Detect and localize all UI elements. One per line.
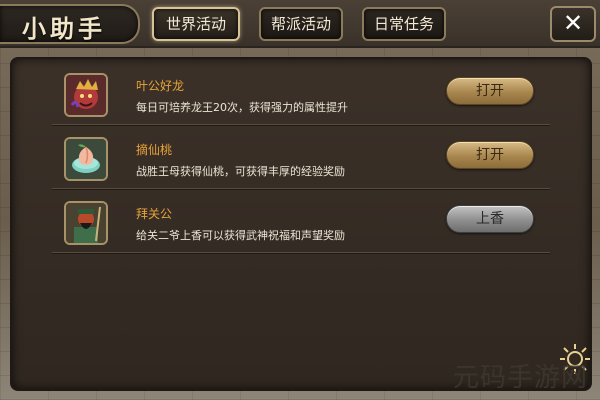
activity-row: 叶公好龙 每日可培养龙王20次，获得强力的属性提升 打开 xyxy=(52,65,550,126)
activity-description: 战胜王母获得仙桃，可获得丰厚的经验奖励 xyxy=(136,165,345,178)
activity-description: 每日可培养龙王20次，获得强力的属性提升 xyxy=(136,101,348,114)
title-plate: 小助手 xyxy=(0,4,140,44)
dragon-king-icon xyxy=(64,73,108,117)
open-button[interactable]: 打开 xyxy=(446,141,534,169)
row-divider xyxy=(52,188,550,190)
burn-incense-button[interactable]: 上香 xyxy=(446,205,534,233)
activity-name: 叶公好龙 xyxy=(136,79,185,93)
window-title: 小助手 xyxy=(22,14,106,43)
open-button[interactable]: 打开 xyxy=(446,77,534,105)
game-background: 小助手 世界活动 帮派活动 日常任务 ✕ 叶公好龙 每日可培养龙王20次，获得强… xyxy=(0,0,600,400)
activity-row: 拜关公 给关二爷上香可以获得武神祝福和声望奖励 上香 xyxy=(52,193,550,254)
row-divider xyxy=(52,124,550,126)
guan-gong-icon xyxy=(64,201,108,245)
activity-panel: 叶公好龙 每日可培养龙王20次，获得强力的属性提升 打开 摘仙桃 战胜王母获得仙… xyxy=(10,57,592,391)
tab-guild-activities[interactable]: 帮派活动 xyxy=(259,7,343,41)
tab-daily-tasks[interactable]: 日常任务 xyxy=(362,7,446,41)
activity-name: 拜关公 xyxy=(136,207,173,221)
close-icon: ✕ xyxy=(562,9,584,37)
activity-name: 摘仙桃 xyxy=(136,143,173,157)
row-divider xyxy=(52,252,550,254)
top-bar: 小助手 世界活动 帮派活动 日常任务 ✕ xyxy=(0,0,600,48)
activity-row: 摘仙桃 战胜王母获得仙桃，可获得丰厚的经验奖励 打开 xyxy=(52,129,550,190)
close-button[interactable]: ✕ xyxy=(550,6,596,42)
peach-icon xyxy=(64,137,108,181)
activity-description: 给关二爷上香可以获得武神祝福和声望奖励 xyxy=(136,229,345,242)
tab-world-activities[interactable]: 世界活动 xyxy=(152,7,240,41)
watermark-text: 元码手游网 xyxy=(452,363,588,393)
